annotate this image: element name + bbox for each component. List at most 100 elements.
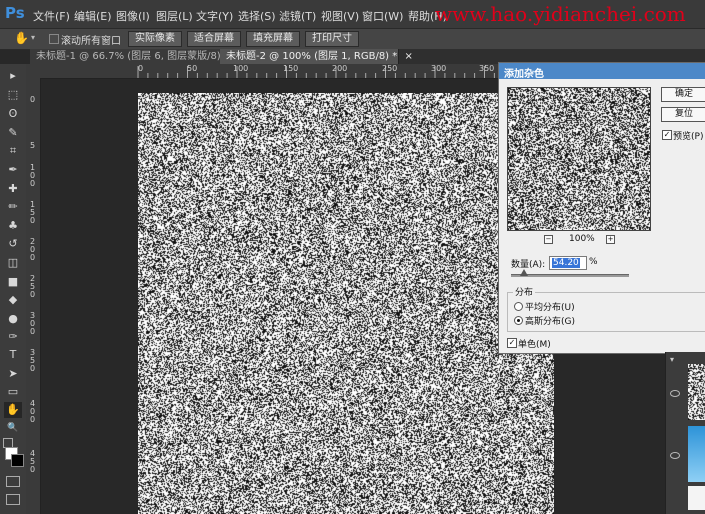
options-bar: ✋ ▾ 滚动所有窗口 实际像素 适合屏幕 填充屏幕 打印尺寸 — [0, 28, 705, 50]
eraser-icon[interactable]: ◫ — [4, 255, 22, 271]
zoom-icon[interactable]: 🔍 — [4, 420, 22, 436]
hand-tool-icon[interactable]: ✋ — [14, 31, 29, 45]
menu-filter[interactable]: 滤镜(T) — [279, 8, 316, 24]
move-icon[interactable]: ▸ — [4, 68, 22, 84]
tab-untitled-2[interactable]: 未标题-2 @ 100% (图层 1, RGB/8) * × — [220, 49, 399, 64]
hand-icon[interactable]: ✋ — [4, 402, 22, 418]
monochrome-label: 单色(M) — [518, 337, 551, 350]
ruler-label: 0 — [30, 95, 35, 104]
ruler-label: 3 5 0 — [30, 349, 36, 373]
ruler-vertical: 0 5 1 0 0 1 5 0 2 0 0 2 5 0 3 0 0 3 5 0 … — [26, 78, 41, 514]
menu-window[interactable]: 窗口(W) — [362, 8, 403, 24]
lasso-icon[interactable]: ʘ — [4, 106, 22, 122]
ruler-label: 150 — [283, 64, 298, 73]
eyedropper-icon[interactable]: ✒ — [4, 162, 22, 178]
healing-icon[interactable]: ✚ — [4, 181, 22, 197]
tab-label: 未标题-2 @ 100% (图层 1, RGB/8) * — [226, 51, 397, 62]
ruler-label: 200 — [332, 64, 347, 73]
add-noise-dialog: 添加杂色 − 100% + 确定 复位 ✓ 预览(P) 数量(A): 54.20… — [498, 62, 705, 354]
menu-image[interactable]: 图像(I) — [116, 8, 150, 24]
gaussian-label: 高斯分布(G) — [525, 314, 575, 327]
ruler-label: 300 — [431, 64, 446, 73]
ruler-label: 4 5 0 — [30, 450, 36, 474]
menu-bar: Ps 文件(F) 编辑(E) 图像(I) 图层(L) 文字(Y) 选择(S) 滤… — [0, 0, 705, 28]
blur-icon[interactable]: ◆ — [4, 292, 22, 308]
layers-panel: ▾ — [665, 352, 705, 514]
ruler-label: 3 0 0 — [30, 312, 36, 336]
ps-logo: Ps — [5, 4, 25, 22]
crop-icon[interactable]: ⌗ — [4, 143, 22, 159]
menu-layer[interactable]: 图层(L) — [156, 8, 193, 24]
toolbox: ▸ ⬚ ʘ ✎ ⌗ ✒ ✚ ✏ ♣ ↺ ◫ ■ ◆ ● ✑ T ➤ ▭ ✋ 🔍 — [0, 64, 27, 514]
layer-thumbnail[interactable] — [688, 364, 705, 420]
amount-unit: % — [589, 257, 598, 267]
marquee-icon[interactable]: ⬚ — [4, 87, 22, 103]
ruler-label: 50 — [187, 64, 197, 73]
reset-button[interactable]: 复位 — [661, 107, 705, 122]
quick-select-icon[interactable]: ✎ — [4, 125, 22, 141]
history-brush-icon[interactable]: ↺ — [4, 236, 22, 252]
path-select-icon[interactable]: ➤ — [4, 366, 22, 382]
ruler-label: 5 — [30, 142, 36, 150]
noise-preview[interactable] — [507, 87, 651, 231]
stamp-icon[interactable]: ♣ — [4, 218, 22, 234]
menu-file[interactable]: 文件(F) — [33, 8, 70, 24]
chevron-down-icon[interactable]: ▾ — [670, 355, 674, 364]
fill-screen-button[interactable]: 填充屏幕 — [246, 31, 300, 47]
amount-slider-track[interactable] — [511, 274, 629, 277]
preview-label: 预览(P) — [673, 129, 703, 142]
background-color-swatch[interactable] — [11, 454, 24, 467]
scroll-all-windows-checkbox[interactable] — [49, 34, 59, 44]
ruler-label: 250 — [382, 64, 397, 73]
chevron-down-icon[interactable]: ▾ — [31, 33, 35, 42]
zoom-in-button[interactable]: + — [606, 235, 615, 244]
fit-screen-button[interactable]: 适合屏幕 — [187, 31, 241, 47]
dialog-titlebar[interactable]: 添加杂色 — [499, 63, 705, 79]
ruler-label: 2 0 0 — [30, 238, 36, 262]
amount-input[interactable]: 54.20 — [549, 256, 587, 270]
tab-untitled-1[interactable]: 未标题-1 @ 66.7% (图层 6, 图层蒙版/8) * × — [30, 49, 221, 64]
actual-pixels-button[interactable]: 实际像素 — [128, 31, 182, 47]
menu-select[interactable]: 选择(S) — [238, 8, 276, 24]
zoom-out-button[interactable]: − — [544, 235, 553, 244]
ruler-label: 0 — [138, 64, 143, 73]
type-icon[interactable]: T — [4, 347, 22, 363]
preview-checkbox[interactable]: ✓ — [662, 130, 672, 140]
monochrome-checkbox[interactable]: ✓ — [507, 338, 517, 348]
document-canvas[interactable] — [138, 93, 554, 514]
screen-mode-icon[interactable] — [6, 494, 20, 505]
menu-view[interactable]: 视图(V) — [321, 8, 359, 24]
uniform-radio[interactable] — [514, 302, 523, 311]
menu-type[interactable]: 文字(Y) — [196, 8, 233, 24]
dialog-title: 添加杂色 — [504, 65, 544, 80]
amount-slider-thumb[interactable] — [520, 269, 528, 276]
pen-icon[interactable]: ✑ — [4, 329, 22, 345]
gradient-icon[interactable]: ■ — [4, 274, 22, 290]
gaussian-radio[interactable] — [514, 316, 523, 325]
watermark-text: www.hao.yidianchei.com — [435, 2, 686, 26]
brush-icon[interactable]: ✏ — [4, 199, 22, 215]
ruler-label: 1 5 0 — [30, 201, 36, 225]
distribution-label: 分布 — [513, 285, 535, 298]
ok-button[interactable]: 确定 — [661, 87, 705, 102]
tab-label: 未标题-1 @ 66.7% (图层 6, 图层蒙版/8) * — [36, 51, 229, 62]
eye-icon[interactable] — [670, 452, 680, 459]
close-icon[interactable]: × — [404, 51, 412, 62]
amount-value: 54.20 — [552, 258, 580, 268]
shape-icon[interactable]: ▭ — [4, 384, 22, 400]
zoom-level: 100% — [569, 234, 595, 244]
amount-label: 数量(A): — [511, 257, 545, 270]
eye-icon[interactable] — [670, 390, 680, 397]
ruler-label: 350 — [479, 64, 494, 73]
menu-edit[interactable]: 编辑(E) — [74, 8, 112, 24]
layer-thumbnail[interactable] — [688, 426, 705, 482]
dodge-icon[interactable]: ● — [4, 311, 22, 327]
ruler-label: 2 5 0 — [30, 275, 36, 299]
quick-mask-icon[interactable] — [6, 476, 20, 487]
print-size-button[interactable]: 打印尺寸 — [305, 31, 359, 47]
layer-thumbnail[interactable] — [688, 486, 705, 510]
ruler-label: 100 — [233, 64, 248, 73]
scroll-all-windows-label: 滚动所有窗口 — [61, 32, 121, 47]
uniform-label: 平均分布(U) — [525, 300, 575, 313]
ruler-label: 4 0 0 — [30, 400, 36, 424]
